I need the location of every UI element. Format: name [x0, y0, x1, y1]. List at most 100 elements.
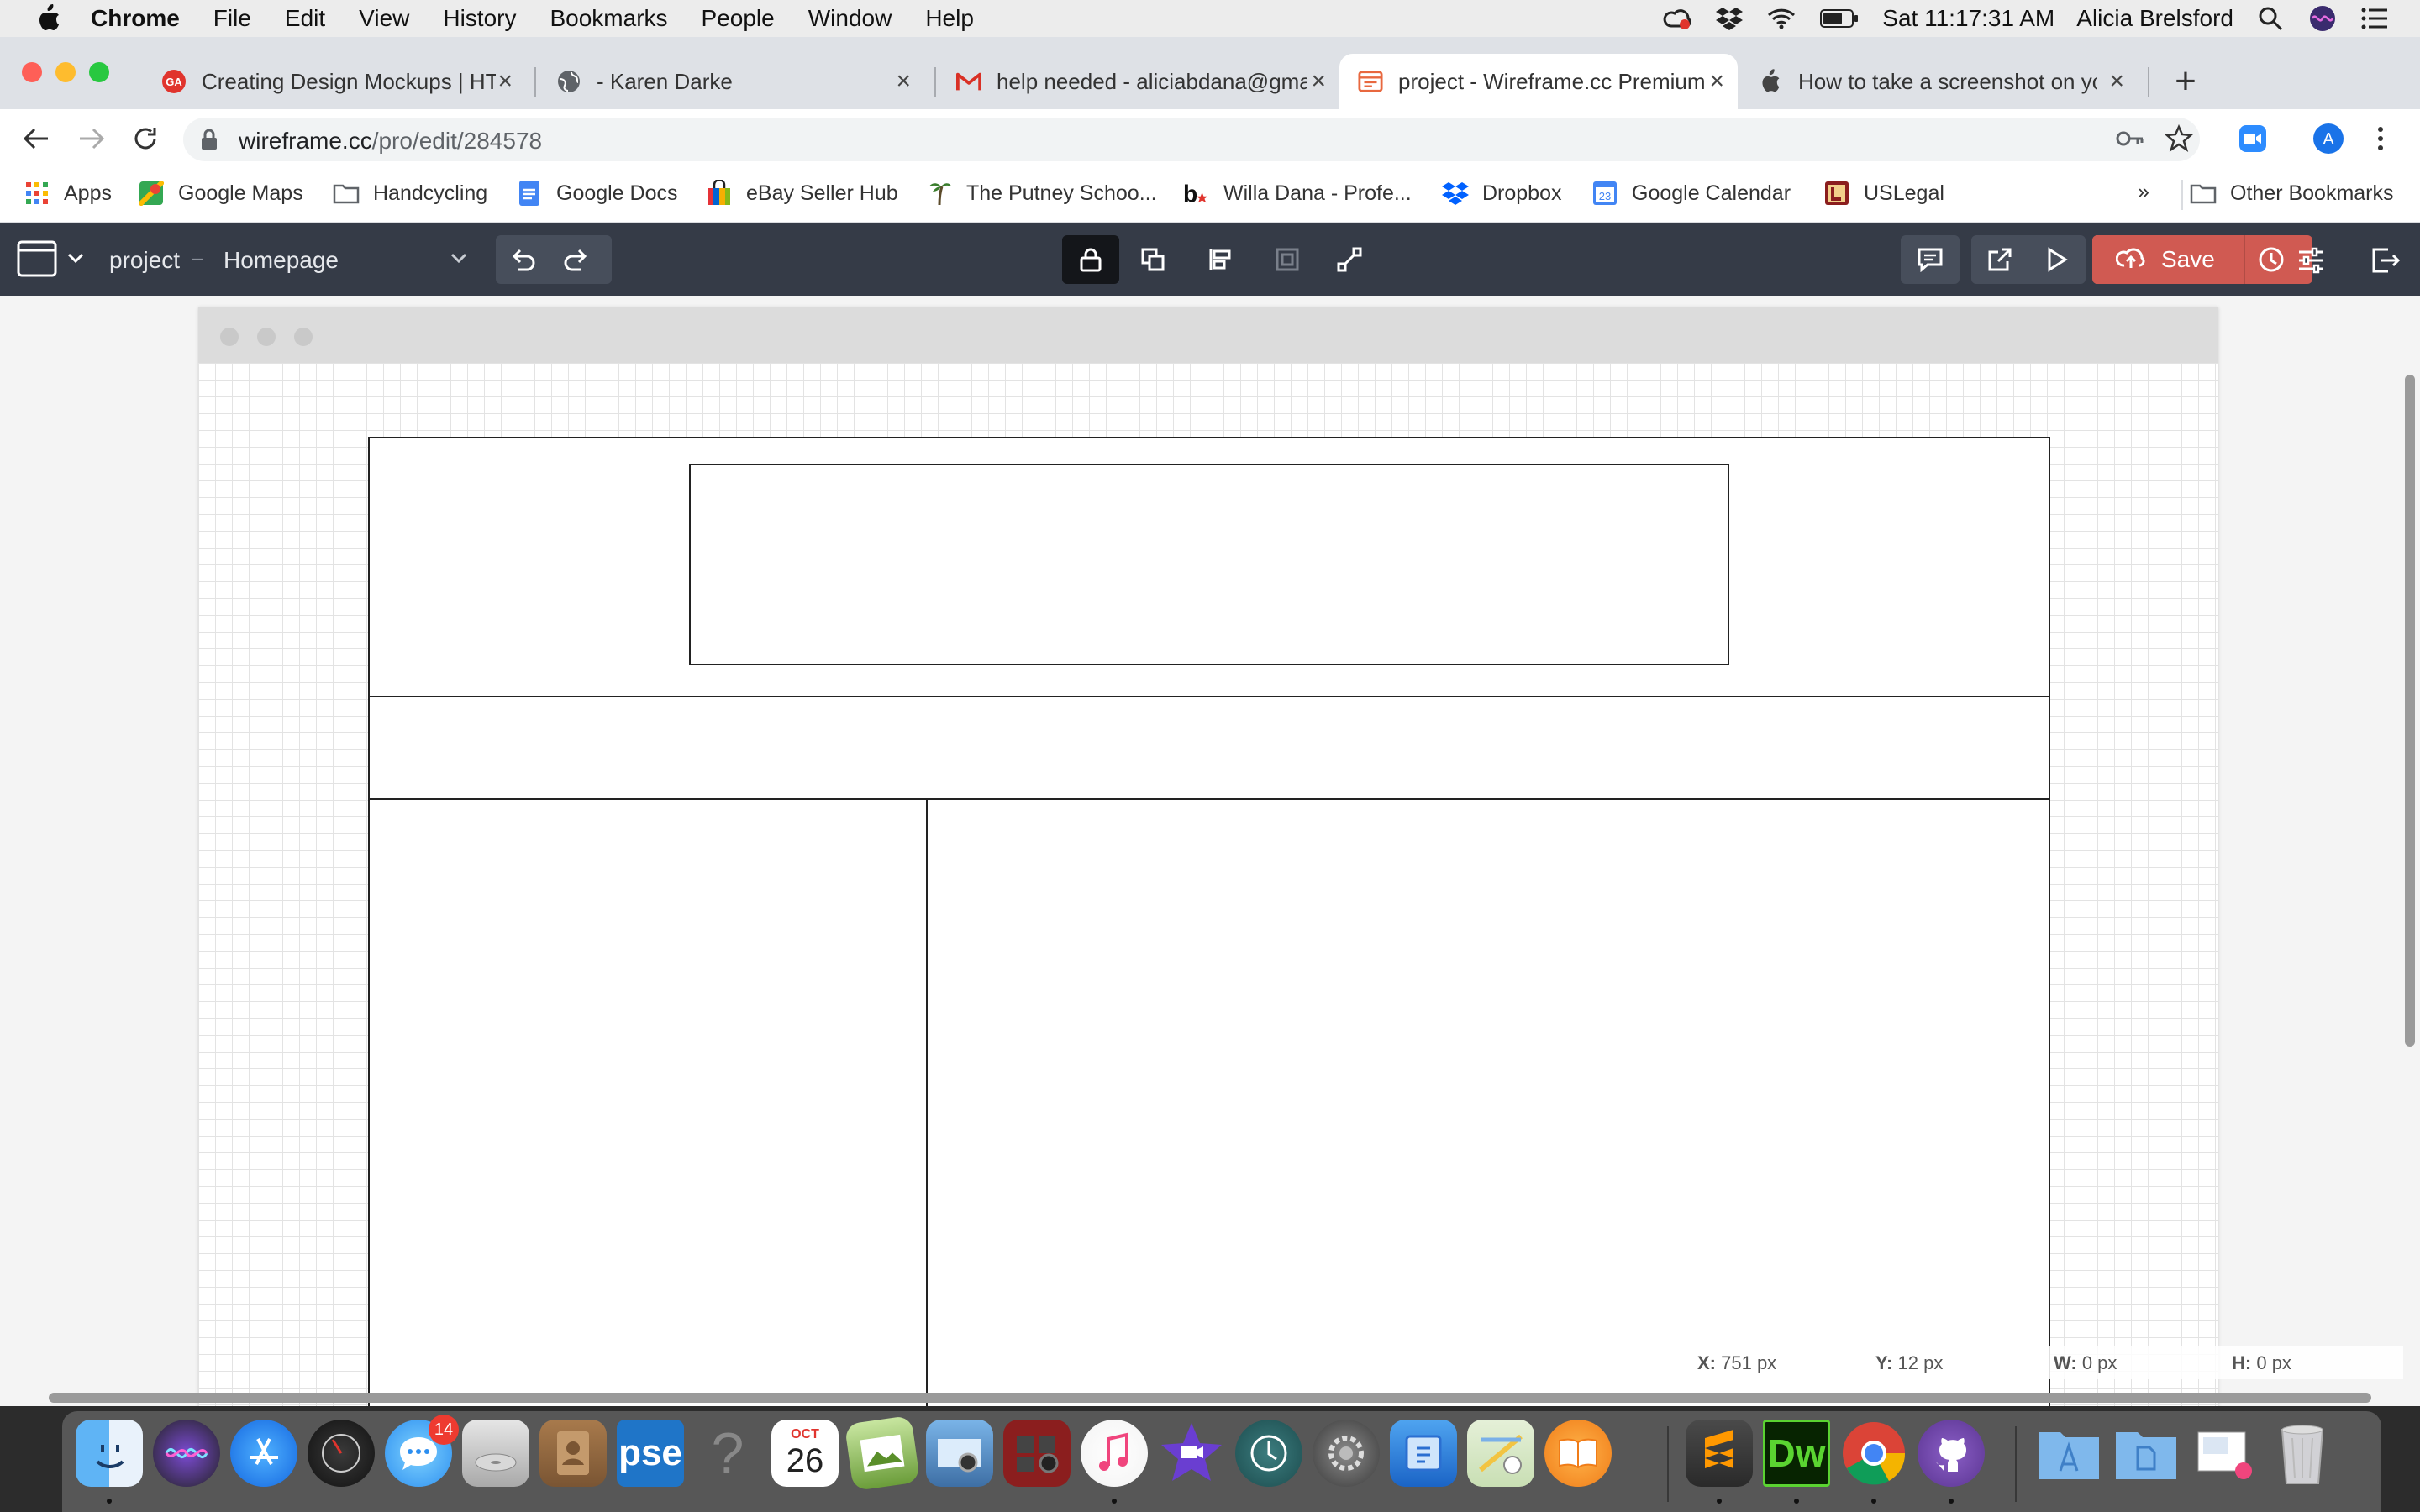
apple-menu-icon[interactable] [30, 0, 67, 37]
image-capture-icon[interactable] [926, 1420, 993, 1487]
bookmark-handcycling[interactable]: Handcycling [333, 180, 487, 207]
maps-icon[interactable] [1467, 1420, 1534, 1487]
itunes-icon[interactable] [1081, 1420, 1148, 1487]
lock-icon[interactable] [200, 128, 218, 155]
window-minimize-button[interactable] [55, 62, 76, 82]
group-button[interactable] [1254, 235, 1321, 284]
tab-close-button[interactable]: × [497, 67, 513, 96]
bookmark-star-icon[interactable] [2165, 123, 2193, 157]
comments-button[interactable] [1901, 235, 1960, 284]
menu-edit[interactable]: Edit [285, 5, 325, 32]
resize-button[interactable] [1321, 235, 1378, 284]
dvd-player-icon[interactable] [462, 1420, 529, 1487]
applications-folder-icon[interactable] [2035, 1420, 2102, 1487]
reload-button[interactable] [126, 119, 165, 158]
wireframe-content-column[interactable] [926, 798, 2050, 1406]
bookmark-other-bookmarks[interactable]: Other Bookmarks [2190, 180, 2394, 207]
messages-icon[interactable]: 14 [385, 1415, 459, 1487]
window-zoom-button[interactable] [89, 62, 109, 82]
tab-karen-darke[interactable]: - Karen Darke × [538, 54, 924, 109]
siri-icon[interactable] [2307, 3, 2338, 34]
bookmark-apps[interactable]: Apps [24, 180, 112, 207]
save-button[interactable]: Save [2092, 235, 2312, 284]
creative-cloud-icon[interactable] [1662, 3, 1692, 34]
key-icon[interactable] [2116, 126, 2144, 155]
menu-file[interactable]: File [213, 5, 251, 32]
spotlight-search-icon[interactable] [2255, 3, 2286, 34]
menubar-user[interactable]: Alicia Brelsford [2076, 5, 2233, 32]
chrome-menu-icon[interactable] [2361, 119, 2400, 158]
new-tab-button[interactable]: + [2165, 60, 2207, 102]
lock-tool-button[interactable] [1062, 235, 1119, 284]
tab-wireframe-project[interactable]: project - Wireframe.cc Premium × [1339, 54, 1738, 109]
contacts-icon[interactable] [539, 1420, 607, 1487]
photo-booth-icon[interactable] [1003, 1420, 1071, 1487]
tab-close-button[interactable]: × [2109, 67, 2124, 96]
menu-history[interactable]: History [443, 5, 516, 32]
undo-button[interactable] [496, 235, 550, 284]
bookmark-google-calendar[interactable]: 23 Google Calendar [1591, 180, 1791, 207]
menu-people[interactable]: People [702, 5, 775, 32]
chrome-app-icon[interactable] [1840, 1420, 1907, 1487]
tab-close-button[interactable]: × [1311, 67, 1326, 96]
vertical-scrollbar[interactable] [2405, 375, 2415, 1047]
menu-view[interactable]: View [359, 5, 409, 32]
dreamweaver-icon[interactable]: Dw [1763, 1420, 1830, 1487]
page-name[interactable]: Homepage [224, 247, 339, 274]
align-button[interactable] [1186, 235, 1254, 284]
dropbox-icon[interactable] [1714, 3, 1744, 34]
bookmark-ebay-seller-hub[interactable]: eBay Seller Hub [706, 180, 898, 207]
settings-sliders-icon[interactable] [2297, 247, 2324, 278]
preview-play-button[interactable] [2028, 235, 2086, 284]
wireframe-nav-bar[interactable] [368, 696, 2050, 800]
url-text[interactable]: wireframe.cc/pro/edit/284578 [239, 128, 542, 155]
tab-close-button[interactable]: × [1709, 67, 1724, 96]
canvas-grid[interactable] [198, 363, 2218, 1406]
arrange-layers-button[interactable] [1119, 235, 1186, 284]
downloads-stack-icon[interactable] [2190, 1420, 2257, 1487]
wifi-icon[interactable] [1766, 3, 1797, 34]
exit-icon[interactable] [2371, 247, 2401, 278]
menubar-clock[interactable]: Sat 11:17:31 AM [1882, 5, 2054, 32]
bookmark-willa-dana[interactable]: b Willa Dana - Profe... [1183, 180, 1412, 207]
photoshop-elements-icon[interactable]: pse [617, 1420, 684, 1487]
forward-button[interactable] [72, 119, 111, 158]
bookmark-putney-school[interactable]: The Putney Schoo... [926, 180, 1157, 207]
app-store-icon[interactable] [230, 1420, 297, 1487]
finder-icon[interactable] [76, 1420, 143, 1487]
bookmark-uslegal[interactable]: USLegal [1823, 180, 1944, 207]
bookmark-google-maps[interactable]: Google Maps [138, 180, 303, 207]
notification-center-icon[interactable] [2360, 3, 2390, 34]
tab-how-to-screenshot[interactable]: How to take a screenshot on your × [1739, 54, 2138, 109]
tab-gmail[interactable]: help needed - aliciabdana@gmail × [938, 54, 1339, 109]
tab-close-button[interactable]: × [896, 67, 911, 96]
preview-icon[interactable] [844, 1415, 921, 1492]
documents-folder-icon[interactable] [2112, 1420, 2180, 1487]
calendar-app-icon[interactable]: OCT 26 [771, 1420, 839, 1487]
ibooks-icon[interactable] [1544, 1420, 1612, 1487]
page-browser-icon[interactable] [17, 240, 57, 281]
redo-button[interactable] [550, 235, 603, 284]
menu-bookmarks[interactable]: Bookmarks [550, 5, 667, 32]
wireframe-sidebar-column[interactable] [368, 798, 928, 1406]
time-machine-icon[interactable] [1235, 1420, 1302, 1487]
battery-icon[interactable] [1818, 3, 1860, 34]
github-desktop-icon[interactable] [1918, 1420, 1985, 1487]
address-bar[interactable]: wireframe.cc/pro/edit/284578 [183, 118, 2200, 161]
window-close-button[interactable] [22, 62, 42, 82]
page-dropdown-chevron-icon[interactable] [450, 252, 467, 268]
menu-window[interactable]: Window [808, 5, 892, 32]
imovie-icon[interactable] [1158, 1420, 1225, 1487]
wireframe-header-box[interactable] [689, 464, 1729, 665]
share-link-button[interactable] [1971, 235, 2028, 284]
disk-diag-icon[interactable] [308, 1420, 375, 1487]
zoom-extension-icon[interactable] [2233, 119, 2272, 158]
horizontal-scrollbar[interactable] [49, 1393, 2371, 1403]
tab-creating-design-mockups[interactable]: GA Creating Design Mockups | HTML × [143, 54, 526, 109]
system-preferences-icon[interactable] [1313, 1420, 1380, 1487]
bookmark-google-docs[interactable]: Google Docs [516, 180, 678, 207]
profile-avatar[interactable]: A [2309, 119, 2348, 158]
chevron-down-icon[interactable] [67, 252, 84, 268]
siri-app-icon[interactable] [153, 1420, 220, 1487]
history-clock-icon[interactable] [2257, 245, 2286, 280]
